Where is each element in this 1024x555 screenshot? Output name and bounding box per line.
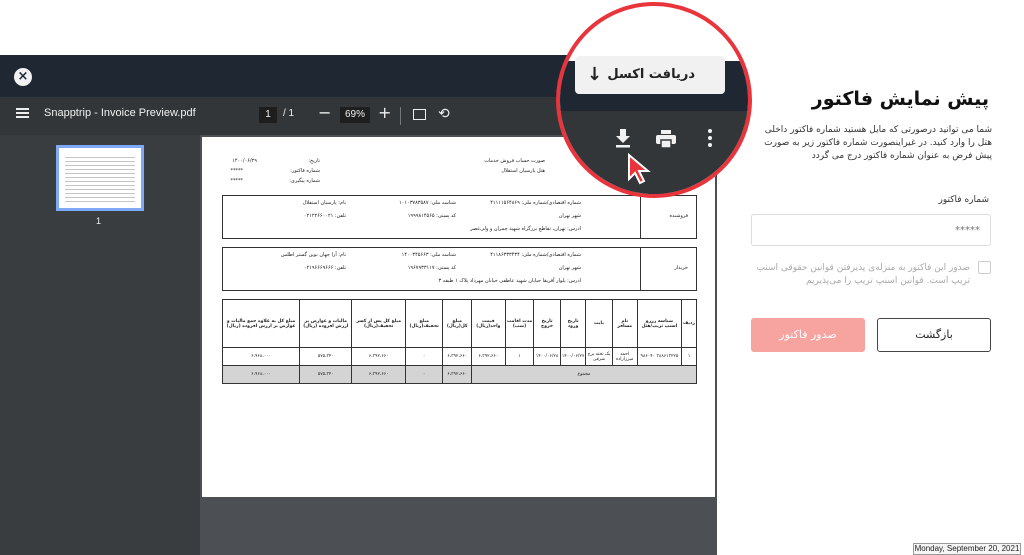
meta-value: ***** [230,168,244,174]
meta-label: شماره فاکتور: [290,168,320,174]
total-label: مجموع [471,365,697,384]
table-cell: ۱ [681,347,697,366]
magnifier-callout: ↓ دریافت اکسل [556,2,752,198]
box-divider [640,248,641,290]
column-header: بابت [585,299,613,348]
invoice-table: ردیف شناسه رزرو اسنپ تریپ/هتل نام مسافر … [221,299,697,384]
close-icon[interactable]: × [14,68,32,86]
seller-name: نام: پارسیان استقلال [302,200,346,206]
meta-value: ۱۴۰۰/۰۶/۲۹ [232,158,257,164]
consent-checkbox[interactable] [978,261,991,274]
page-number-input[interactable]: 1 [259,107,277,123]
zoom-in-button[interactable]: + [378,103,391,122]
invoice-header-line: صورت حساب فروش خدمات [484,158,545,164]
table-cell: ۱ [504,347,535,366]
consent-text: صدور این فاکتور به منزله‌ی پذیرفتن قوانی… [756,263,970,286]
callout-content: ↓ دریافت اکسل [560,6,748,194]
buyer-economic-code: شماره اقتصادی/شماره ملی: ۴۱۱۸۶۳۳۳۴۳۴ [490,252,581,258]
box-divider [640,196,641,238]
column-header: تاریخ خروج [533,299,561,348]
invoice-number-input[interactable] [751,214,991,246]
download-excel-button[interactable]: ↓ دریافت اکسل [575,56,725,94]
seller-phone: تلفن: ۰۲۱۲۲۶۶۰۰۲۱ [303,213,346,219]
column-header: نام مسافر [611,299,638,348]
cursor-icon [628,153,651,185]
seller-economic-code: شماره اقتصادی/شماره ملی: ۴۱۱۱۱۵۶۴۸۶۹ [490,200,581,206]
column-header: شناسه رزرو اسنپ تریپ/هتل [636,299,683,348]
thumbnail-page-number: 1 [96,216,102,226]
seller-postal: کد پستی: ۱۹۹۹۸۱۴۵۶۵ [407,213,456,219]
table-cell: ۶،۳۹۲،۶۶۰ [442,347,473,366]
seller-address: ادرس: تهران، تقاطع بزرگراه شهید چمران و … [470,226,581,232]
meta-label: تاریخ: [308,158,320,164]
meta-value: ***** [230,178,244,184]
meta-label: شماره پیگیری: [289,178,320,184]
table-cell: ۶،۳۹۲،۶۶۰ [351,347,406,366]
table-cell: ۶،۹۶۸،۰۰۰ [221,347,301,366]
zoom-out-button[interactable]: − [318,103,331,122]
buyer-label: خریدار [674,265,688,271]
table-cell: ۶،۳۹۲،۶۶۰ [351,365,406,384]
column-header: مبلغ کل پس از کسر تخفیف(ریال) [351,299,406,348]
seller-city: شهر تهران [558,213,581,219]
page-total: / 1 [283,108,295,119]
table-total-row: مجموع ۶،۳۹۲،۶۶۰ ۰ ۶،۳۹۲،۶۶۰ ۵۷۵،۳۴۰ ۶،۹۶… [221,365,697,384]
download-arrow-icon: ↓ [587,64,603,85]
download-excel-label: دریافت اکسل [607,67,695,82]
table-cell: ۶،۳۹۲،۶۶۰ [471,347,506,366]
date-stamp: Monday, September 20, 2021 [913,543,1021,555]
more-options-icon[interactable] [708,129,712,147]
table-cell: احمد میرزازاده [611,347,638,366]
column-header: تاریخ ورود [559,299,587,348]
page-thumbnail[interactable] [56,145,144,211]
column-header: قیمت واحد(ریال) [471,299,506,348]
table-cell: ۰ [404,365,444,384]
rotate-icon[interactable]: ⟲ [438,106,450,122]
column-header: مبلغ کل به علاوه جمع مالیات و عوارض بر ا… [221,299,301,348]
column-header: مالیات و عوارض بر ارزش افزوده (ریال) [299,299,353,348]
table-cell: ۱۴۰۰/۰۶/۲۸ [533,347,561,366]
document-title: Snapptrip - Invoice Preview.pdf [44,107,196,119]
column-header: مبلغ تخفیف(ریال) [404,299,444,348]
thumbnail-preview [65,154,135,202]
fit-page-icon[interactable] [413,109,426,120]
seller-box: شماره اقتصادی/شماره ملی: ۴۱۱۱۱۵۶۴۸۶۹ شنا… [222,195,697,239]
table-cell: ۵۷۵،۳۴۰ [299,365,353,384]
buyer-national-id: شناسه ملی: ۱۴۰۰۳۴۵۶۶۳ [401,252,456,258]
zoom-input[interactable]: 69% [340,107,370,123]
table-cell: ۶،۹۶۸،۰۰۰ [221,365,301,384]
column-header: مدت اقامت (شب) [504,299,535,348]
buyer-phone: تلفن: ۰۲۱۹۶۶۶۹۶۶۶ [303,265,346,271]
invoice-header-line: هتل پارسیان استقلال [501,168,545,174]
panel-description: شما می توانید درصورتی که مایل هستید شمار… [764,125,992,161]
table-row: ۱ ۳۸۸۶۱۳۲۲۵ ۹۸۶۰۴۰ احمد میرزازاده یک تخت… [221,347,697,366]
print-icon[interactable] [656,130,676,148]
buyer-postal: کد پستی: ۱۹۶۷۹۳۳۱۱۷ [407,265,456,271]
invoice-number-label: شماره فاکتور [938,195,989,205]
buyer-name: نام: آرا جهان نوین گستر اطلس [280,252,346,258]
toolbar-divider [400,107,401,125]
seller-national-id: شناسه ملی: ۱۰۱۰۳۷۸۳۵۸۷ [398,200,456,206]
download-icon[interactable] [614,128,632,148]
buyer-city: شهر تهران [558,265,581,271]
seller-label: فروشنده [669,213,688,219]
panel-title: پیش نمایش فاکتور [811,88,989,110]
column-header: مبلغ کل(ریال) [442,299,473,348]
menu-icon[interactable] [16,108,29,118]
table-header-row: ردیف شناسه رزرو اسنپ تریپ/هتل نام مسافر … [221,299,697,348]
issue-invoice-button[interactable]: صدور فاکتور [751,318,865,352]
table-cell: یک تخته برج شرقی [585,347,613,366]
table-cell: ۵۷۵،۳۴۰ [299,347,353,366]
table-cell: ۶،۳۹۲،۶۶۰ [442,365,473,384]
buyer-address: ادرس: بلوار آفریقا خیابان شهید عاطفی خیا… [438,278,581,284]
column-header: ردیف [681,299,697,348]
callout-toolbar [560,111,748,194]
buyer-box: شماره اقتصادی/شماره ملی: ۴۱۱۸۶۳۳۳۴۳۴ شنا… [222,247,697,291]
table-cell: ۳۸۸۶۱۳۲۲۵ ۹۸۶۰۴۰ [636,347,683,366]
back-button[interactable]: بازگشت [877,318,991,352]
table-cell: ۱۴۰۰/۰۶/۲۷ [559,347,587,366]
table-cell: ۰ [404,347,444,366]
thumbnail-sidebar: 1 [0,135,200,555]
